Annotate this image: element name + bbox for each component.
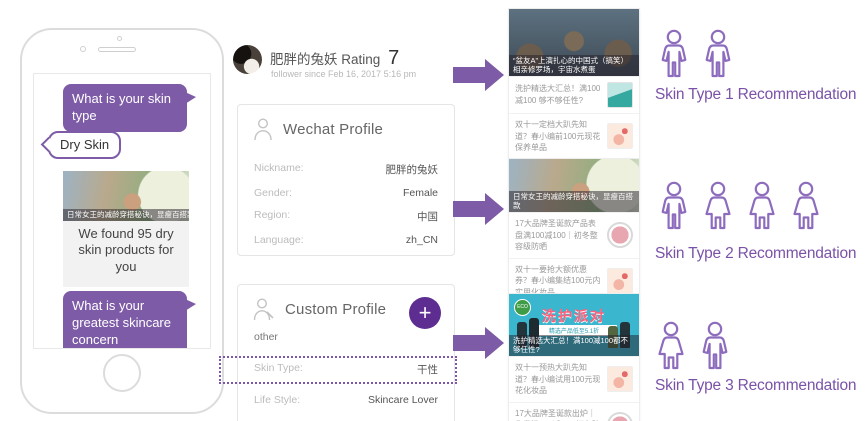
female-person-icon: [789, 181, 823, 231]
article-list-item[interactable]: 17大品牌圣诞款产品表盘满100减100｜初冬整容级防晒: [509, 212, 639, 258]
profile-field-gender: Gender: Female: [238, 182, 454, 204]
flow-arrow-icon: [453, 192, 505, 226]
phone-mockup: What is your skin type Dry Skin 日常女王的减龄穿…: [20, 28, 224, 414]
follower-since-text: follower since Feb 16, 2017 5:16 pm: [271, 69, 416, 79]
skin-type-1-label: Skin Type 1 Recommendation: [655, 86, 856, 104]
phone-home-button[interactable]: [103, 354, 141, 392]
profile-field-nickname: Nickname: 肥胖的兔妖: [238, 157, 454, 182]
female-person-icon: [701, 181, 735, 231]
custom-profile-title: Custom Profile: [285, 301, 386, 318]
chat-product-card[interactable]: 日常女王的减龄穿搭秘诀，显瘦百搭款 We found 95 dry skin p…: [63, 171, 189, 287]
bot-message-bubble: What is your skin type: [63, 84, 187, 132]
male-person-icon: [701, 29, 735, 79]
profile-field-life-style: Life Style: Skincare Lover: [238, 385, 454, 411]
bubble-tail: [185, 299, 196, 311]
add-custom-field-button[interactable]: +: [409, 297, 441, 329]
article-thumbnail: [607, 82, 633, 108]
product-card-image: 日常女王的减龄穿搭秘诀，显瘦百搭款: [63, 171, 189, 221]
article-list-item[interactable]: 双十一预热大趴先知道？春小编试用100元现花化妆品: [509, 356, 639, 402]
product-card-image-caption: 日常女王的减龄穿搭秘诀，显瘦百搭款: [63, 209, 189, 221]
phone-speaker: [98, 47, 136, 52]
rating-label: Rating: [341, 52, 380, 67]
article-headline: 日常女王的减龄穿搭秘诀，显瘦百搭款: [509, 191, 639, 213]
profile-field-language: Language: zh_CN: [238, 229, 454, 251]
phone-sensor-dot: [117, 36, 122, 41]
profile-field-skin-type: Skin Type: 干性: [238, 353, 454, 385]
phone-camera: [80, 46, 86, 52]
female-person-icon: [745, 181, 779, 231]
skin-type-2-label: Skin Type 2 Recommendation: [655, 245, 856, 263]
article-list-item[interactable]: 洗护精选大汇总！满100减100 够不够任性?: [509, 76, 639, 113]
audience-icons-skin-type-1: [657, 29, 735, 79]
avatar: [233, 45, 262, 74]
male-person-icon: [698, 321, 732, 371]
user-name-line: 肥胖的兔妖 Rating 7: [270, 47, 399, 70]
audience-icons-skin-type-2: [657, 181, 823, 231]
article-headline: 洗护精选大汇总！满100减100都不够任性?: [509, 335, 639, 357]
bubble-tail: [185, 92, 196, 104]
female-person-icon: [654, 321, 688, 371]
male-person-icon: [657, 29, 691, 79]
flow-arrow-icon: [453, 326, 505, 360]
skincare-chatbot-diagram: What is your skin type Dry Skin 日常女王的减龄穿…: [0, 0, 865, 421]
article-hero-image[interactable]: ECO 洗护派对 精选产品低至5.1折 洗护精选大汇总！满100减100都不够任…: [509, 294, 639, 356]
custom-profile-panel: Custom Profile + other Skin Type: 干性 Lif…: [237, 284, 455, 421]
wechat-profile-title: Wechat Profile: [283, 121, 383, 138]
bubble-tail: [41, 137, 57, 153]
person-icon: [253, 118, 273, 141]
article-hero-image[interactable]: “盆友A”上演扎心的中国式（搞笑）相亲修罗场，宇宙水煮蛋: [509, 9, 639, 76]
bot-message-bubble: What is your greatest skincare concern: [63, 291, 187, 349]
article-thumbnail: [607, 366, 633, 392]
rating-value: 7: [388, 47, 399, 69]
profile-field-region: Region: 中国: [238, 204, 454, 229]
recommendation-card-3: ECO 洗护派对 精选产品低至5.1折 洗护精选大汇总！满100减100都不够任…: [508, 293, 640, 421]
article-list-item[interactable]: 双十一定档大趴先知道？春小编前100元现花保养单品: [509, 113, 639, 159]
skin-type-3-label: Skin Type 3 Recommendation: [655, 377, 856, 395]
male-person-icon: [657, 181, 691, 231]
article-thumbnail: [607, 123, 633, 149]
recommendation-card-2: 日常女王的减龄穿搭秘诀，显瘦百搭款 17大品牌圣诞款产品表盘满100减100｜初…: [508, 158, 640, 305]
article-list-item[interactable]: 17大品牌圣诞款出炉｜先发满100减100 初冬防晒大起底: [509, 402, 639, 421]
chat-screen: What is your skin type Dry Skin 日常女王的减龄穿…: [33, 73, 211, 349]
article-thumbnail: [607, 412, 633, 421]
wechat-profile-panel: Wechat Profile Nickname: 肥胖的兔妖 Gender: F…: [237, 104, 455, 256]
article-headline: “盆友A”上演扎心的中国式（搞笑）相亲修罗场，宇宙水煮蛋: [509, 55, 639, 77]
flow-arrow-icon: [453, 58, 505, 92]
user-message-bubble: Dry Skin: [48, 131, 121, 159]
article-thumbnail: [607, 268, 633, 294]
article-hero-image[interactable]: 日常女王的减龄穿搭秘诀，显瘦百搭款: [509, 159, 639, 212]
person-edit-icon: [253, 298, 275, 321]
custom-group-label: other: [238, 327, 454, 345]
article-thumbnail: [607, 222, 633, 248]
recommendation-card-1: “盆友A”上演扎心的中国式（搞笑）相亲修罗场，宇宙水煮蛋 洗护精选大汇总！满10…: [508, 8, 640, 160]
product-card-text: We found 95 dry skin products for you: [63, 221, 189, 287]
user-nickname: 肥胖的兔妖: [270, 52, 338, 67]
audience-icons-skin-type-3: [654, 321, 732, 371]
